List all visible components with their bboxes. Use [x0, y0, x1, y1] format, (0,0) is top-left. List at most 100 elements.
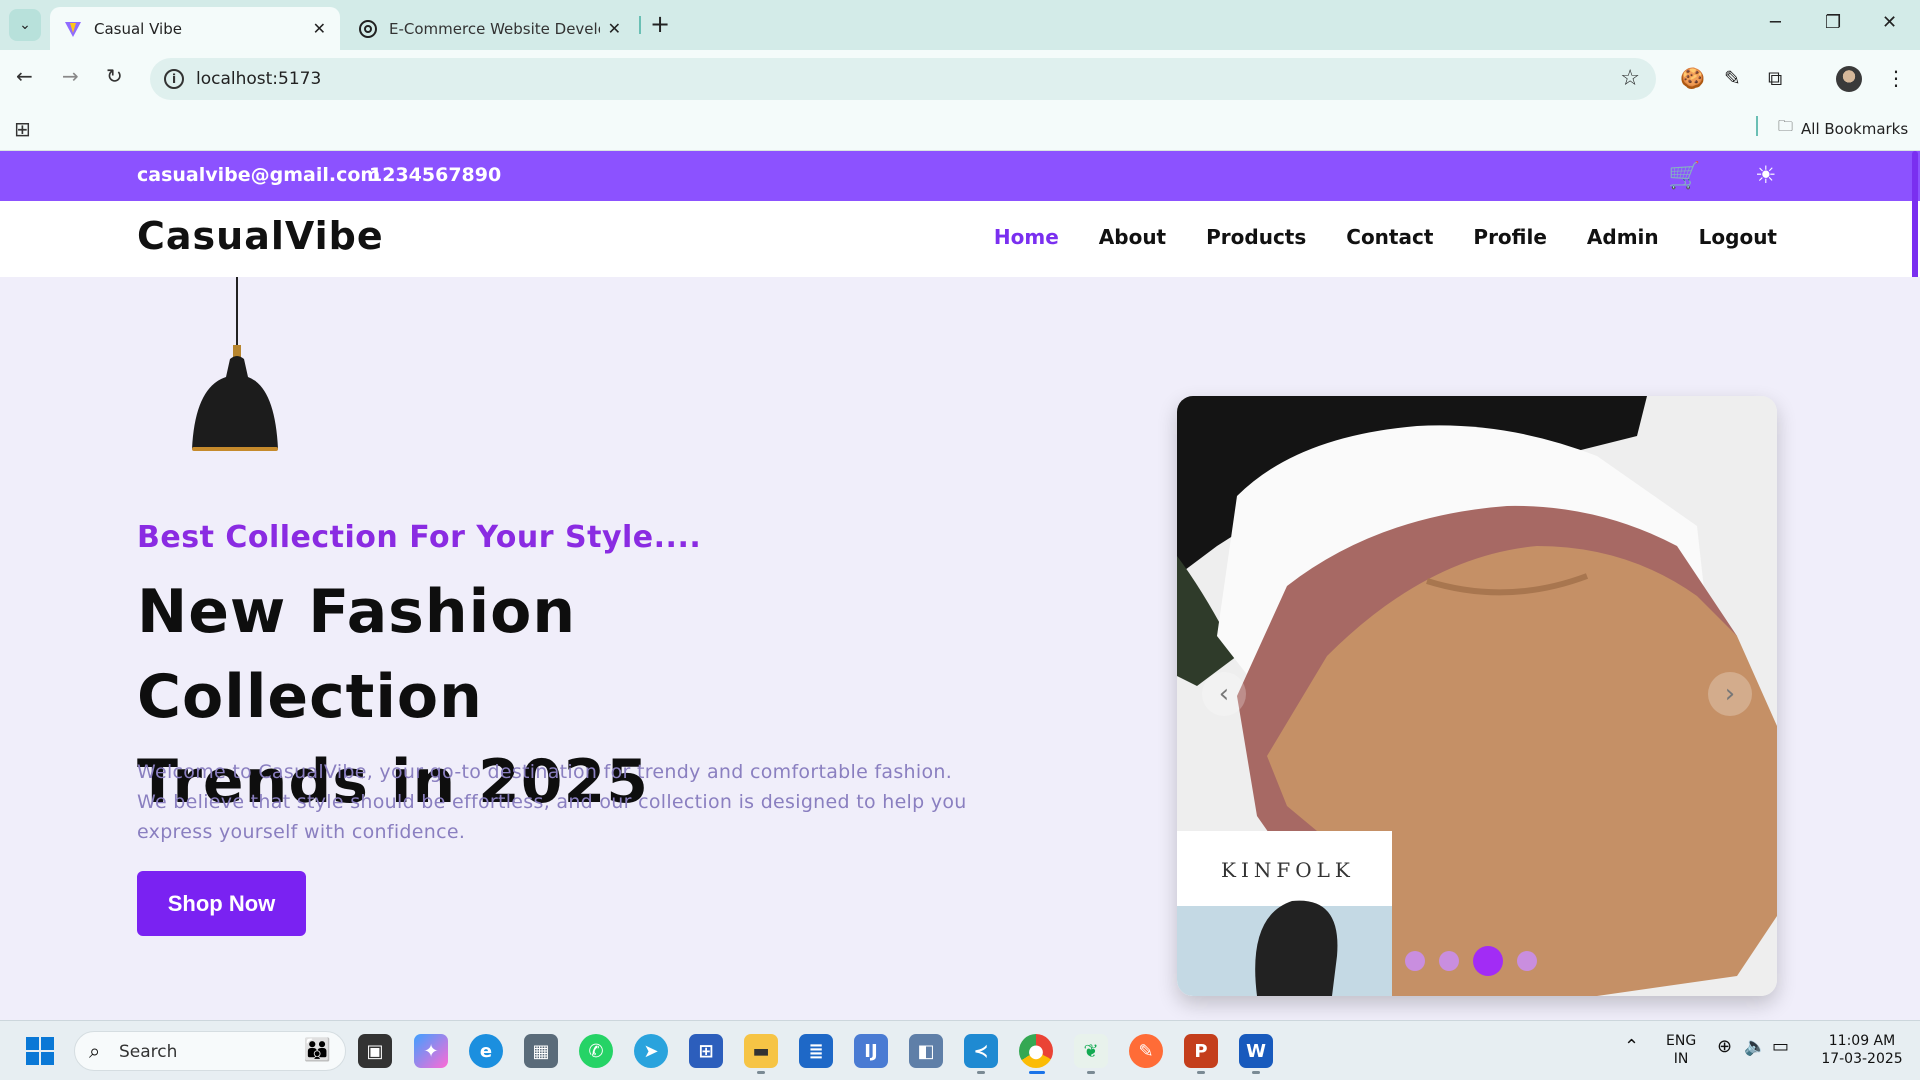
running-indicator: [977, 1071, 985, 1074]
url-text[interactable]: localhost:5173: [196, 69, 321, 89]
copilot-icon[interactable]: ✦: [414, 1034, 448, 1068]
chrome-icon[interactable]: ●: [1019, 1034, 1053, 1068]
whatsapp-icon[interactable]: ✆: [579, 1034, 613, 1068]
tshirts-image: [1177, 396, 1777, 996]
language-code: ENG: [1666, 1033, 1697, 1049]
all-bookmarks-button[interactable]: 🗀 All Bookmarks: [1778, 116, 1908, 141]
carousel-dot-2[interactable]: [1439, 951, 1459, 971]
nav-contact[interactable]: Contact: [1346, 225, 1433, 249]
hero-description: Welcome to CasualVibe, your go-to destin…: [137, 761, 967, 843]
carousel-dot-3-active[interactable]: [1473, 946, 1503, 976]
tab-search-button[interactable]: ⌄: [9, 9, 41, 41]
close-tab-icon[interactable]: ✕: [608, 19, 621, 38]
back-icon[interactable]: ←: [16, 64, 33, 88]
eyedropper-extension-icon[interactable]: ✎: [1724, 66, 1741, 90]
region-code: IN: [1673, 1051, 1689, 1067]
tab-title: Casual Vibe: [94, 19, 182, 38]
intellij-icon[interactable]: IJ: [854, 1034, 888, 1068]
clock-time: 11:09 AM: [1828, 1033, 1896, 1049]
file-explorer-icon[interactable]: ▬: [744, 1034, 778, 1068]
postman-icon[interactable]: ✎: [1129, 1034, 1163, 1068]
carousel-dot-1[interactable]: [1405, 951, 1425, 971]
kinfolk-magazine-text: KINFOLK: [1221, 858, 1355, 882]
windows-start-icon[interactable]: [26, 1037, 54, 1065]
hero-subtitle: Best Collection For Your Style....: [137, 520, 702, 555]
nav-menu: Home About Products Contact Profile Admi…: [994, 225, 1777, 249]
close-window-icon[interactable]: ✕: [1882, 12, 1897, 33]
forward-icon[interactable]: →: [62, 64, 79, 88]
nav-admin[interactable]: Admin: [1587, 225, 1659, 249]
browser-tab-bar: ⌄ Casual Vibe ✕ E-Commerce Website Devel…: [0, 0, 1920, 50]
running-indicator: [1087, 1071, 1095, 1074]
bookmarks-bar: [0, 108, 1920, 151]
product-carousel[interactable]: KINFOLK ‹ ›: [1177, 396, 1777, 996]
nav-profile[interactable]: Profile: [1473, 225, 1547, 249]
tab-title: E-Commerce Website Developm: [389, 19, 600, 38]
powerpoint-icon[interactable]: P: [1184, 1034, 1218, 1068]
cookie-extension-icon[interactable]: 🍪: [1680, 66, 1705, 90]
word-icon[interactable]: W: [1239, 1034, 1273, 1068]
network-icon[interactable]: ⊕: [1717, 1038, 1732, 1056]
apps-grid-icon[interactable]: ⊞: [14, 117, 31, 141]
search-label: Search: [119, 1042, 178, 1062]
chatgpt-favicon-icon: [359, 19, 377, 38]
task-view-icon[interactable]: ▣: [358, 1034, 392, 1068]
running-indicator: [1197, 1071, 1205, 1074]
close-tab-icon[interactable]: ✕: [313, 19, 326, 38]
theme-toggle-sun-icon[interactable]: ☀: [1755, 161, 1777, 189]
reload-icon[interactable]: ↻: [106, 64, 123, 88]
bookmarks-separator: [1756, 116, 1758, 136]
show-hidden-icons-icon[interactable]: ⌃: [1624, 1038, 1639, 1056]
tab-separator: [639, 16, 641, 34]
mongodb-icon[interactable]: ❦: [1074, 1034, 1108, 1068]
active-indicator: [1029, 1071, 1045, 1074]
contact-phone[interactable]: 1234567890: [369, 164, 501, 186]
new-tab-icon[interactable]: +: [650, 10, 670, 38]
clock[interactable]: 11:09 AM 17-03-2025: [1812, 1032, 1912, 1068]
extensions-puzzle-icon[interactable]: ⧉: [1768, 66, 1782, 90]
vscode-icon[interactable]: ≺: [964, 1034, 998, 1068]
shop-now-button[interactable]: Shop Now: [137, 871, 306, 936]
telegram-icon[interactable]: ➤: [634, 1034, 668, 1068]
minimize-icon[interactable]: ─: [1770, 12, 1781, 33]
vite-favicon-icon: [64, 20, 82, 38]
site-info-icon[interactable]: i: [164, 69, 184, 89]
carousel-dot-4[interactable]: [1517, 951, 1537, 971]
nav-products[interactable]: Products: [1206, 225, 1306, 249]
search-highlight-icon: 👪: [303, 1038, 331, 1063]
calculator-icon[interactable]: ▦: [524, 1034, 558, 1068]
running-indicator: [1252, 1071, 1260, 1074]
tab-casual-vibe[interactable]: Casual Vibe ✕: [50, 7, 340, 50]
search-icon: ⌕: [89, 1039, 101, 1063]
carousel-indicators: [1405, 946, 1537, 976]
nav-logout[interactable]: Logout: [1699, 225, 1777, 249]
nav-home[interactable]: Home: [994, 225, 1059, 249]
battery-icon[interactable]: ▭: [1772, 1038, 1789, 1056]
carousel-prev-icon[interactable]: ‹: [1202, 672, 1246, 716]
clock-date: 17-03-2025: [1821, 1051, 1903, 1067]
language-indicator[interactable]: ENG IN: [1666, 1032, 1696, 1068]
notepad-icon[interactable]: ≣: [799, 1034, 833, 1068]
hero-headline-line-1: New Fashion Collection: [137, 577, 577, 732]
contact-top-bar: casualvibe@gmail.com 1234567890 🛒 ☀: [0, 151, 1920, 201]
address-bar[interactable]: i localhost:5173 ☆: [150, 58, 1656, 100]
carousel-next-icon[interactable]: ›: [1708, 672, 1752, 716]
tab-ecommerce[interactable]: E-Commerce Website Developm ✕: [345, 7, 635, 50]
profile-avatar[interactable]: [1836, 66, 1862, 92]
cart-icon[interactable]: 🛒: [1668, 161, 1700, 191]
browser-menu-icon[interactable]: ⋮: [1886, 66, 1906, 90]
microsoft-store-icon[interactable]: ⊞: [689, 1034, 723, 1068]
pendant-lamp-image: [192, 277, 278, 451]
bookmark-star-icon[interactable]: ☆: [1620, 66, 1640, 91]
running-indicator: [757, 1071, 765, 1074]
volume-icon[interactable]: 🔈: [1744, 1038, 1766, 1056]
brand-logo[interactable]: CasualVibe: [137, 214, 384, 258]
taskbar-search[interactable]: ⌕ Search 👪: [74, 1031, 346, 1071]
nav-about[interactable]: About: [1099, 225, 1166, 249]
all-bookmarks-label: All Bookmarks: [1801, 119, 1909, 138]
restore-icon[interactable]: ❐: [1825, 12, 1841, 33]
remote-desktop-icon[interactable]: ◧: [909, 1034, 943, 1068]
contact-email[interactable]: casualvibe@gmail.com: [137, 164, 380, 186]
edge-icon[interactable]: e: [469, 1034, 503, 1068]
folder-icon: 🗀: [1778, 117, 1794, 135]
